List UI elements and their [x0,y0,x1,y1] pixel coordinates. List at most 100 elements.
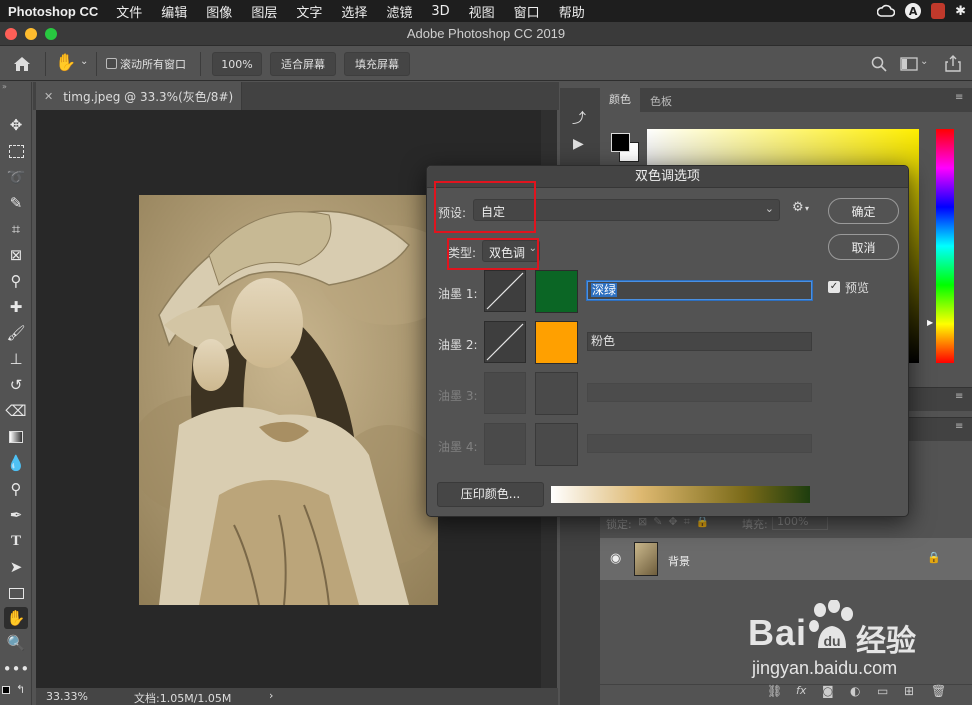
menu-select[interactable]: 选择 [341,2,367,21]
ink4-curve-box [484,423,526,465]
baidu-paw-icon: du [809,600,853,649]
move-tool-icon[interactable]: ✥ [4,114,28,136]
tab-color[interactable]: 颜色 [600,88,640,112]
fill-screen-button[interactable]: 填充屏幕 [344,52,410,76]
gradient-tool-icon[interactable] [4,426,28,448]
ink4-color-swatch [535,423,578,466]
cancel-button[interactable]: 取消 [828,234,899,260]
tab-swatches[interactable]: 色板 [650,93,672,109]
trash-icon[interactable]: 🗑 [931,684,946,698]
menu-3d[interactable]: 3D [431,4,449,19]
layer-style-icon[interactable]: fx [796,684,806,697]
panel-collapse-icon[interactable]: » [2,82,7,91]
hand-tool-icon[interactable]: ✋ [4,607,28,629]
ink1-curve-box[interactable] [484,270,526,312]
lasso-tool-icon[interactable]: ➰ [4,166,28,188]
menu-file[interactable]: 文件 [116,2,142,21]
eraser-tool-icon[interactable]: ⌫ [4,400,28,422]
overprint-colors-button[interactable]: 压印颜色... [437,482,544,507]
scroll-all-label: 滚动所有窗口 [120,58,186,71]
group-folder-icon[interactable]: ▭ [877,684,888,698]
hand-status-icon [931,3,946,19]
chevron-down-icon[interactable]: ▾ [805,204,809,213]
menu-layer[interactable]: 图层 [251,2,277,21]
crop-tool-icon[interactable]: ⌗ [4,218,28,240]
healing-brush-tool-icon[interactable]: ✚ [4,296,28,318]
panel-menu-icon[interactable]: ≡ [955,391,963,402]
menu-edit[interactable]: 编辑 [161,2,187,21]
app-menu[interactable]: Photoshop CC [8,4,98,19]
preview-checkbox[interactable]: ✓ [828,281,840,293]
fit-screen-button[interactable]: 适合屏幕 [270,52,336,76]
search-icon[interactable] [871,56,887,72]
layer-thumbnail [634,542,658,576]
divider [200,52,201,76]
preset-gear-icon[interactable]: ⚙ [792,200,804,215]
lock-icons[interactable]: ⊠✎✥⌗🔒 [638,515,716,529]
more-tools-icon[interactable]: ••• [3,658,30,680]
bluetooth-icon[interactable]: ✱ [955,4,966,19]
zoom-tool-icon[interactable]: 🔍 [4,632,28,654]
layer-name[interactable]: 背景 [668,553,690,569]
history-panel-icon[interactable]: ⤴ [572,108,586,128]
swap-colors-icon[interactable]: ↰ [16,683,25,696]
divider [96,52,97,76]
ink1-color-swatch[interactable] [535,270,578,313]
quick-selection-tool-icon[interactable]: ✎ [4,192,28,214]
default-colors-icon[interactable] [2,686,10,694]
panel-menu-icon[interactable]: ≡ [955,92,963,103]
home-icon[interactable] [13,56,31,72]
brush-tool-icon[interactable]: 🖌 [4,322,28,344]
ok-button[interactable]: 确定 [828,198,899,224]
new-layer-icon[interactable]: ⊞ [904,684,914,698]
menu-filter[interactable]: 滤镜 [386,2,412,21]
marquee-tool-icon[interactable] [4,140,28,162]
eye-visibility-icon[interactable]: ◉ [610,551,621,566]
chevron-down-icon: ⌄ [764,202,774,215]
menu-image[interactable]: 图像 [206,2,232,21]
rectangle-tool-icon[interactable] [4,582,28,604]
chevron-down-icon[interactable]: ⌄ [920,56,928,67]
fill-label: 填充: [742,518,768,531]
workspace-icon[interactable] [900,57,918,71]
ink2-name-input[interactable]: 粉色 [587,332,812,351]
menu-type[interactable]: 文字 [296,2,322,21]
blur-tool-icon[interactable]: 💧 [4,452,28,474]
panel-menu-icon[interactable]: ≡ [955,421,963,432]
hue-slider-handle[interactable]: ▶ [927,318,933,327]
chevron-down-icon[interactable]: ⌄ [80,56,88,67]
zoom-100-button[interactable]: 100% [212,52,262,76]
creative-cloud-icon[interactable] [877,4,896,18]
actions-panel-icon[interactable]: ▶ [573,136,584,152]
watermark-brand-right: 经验 [856,624,916,659]
hand-tool-preset-icon[interactable]: ✋ [55,53,76,73]
stamp-tool-icon[interactable]: ⊥ [4,348,28,370]
share-icon[interactable] [945,55,961,72]
account-icon[interactable]: A [905,3,922,19]
scroll-all-checkbox[interactable] [106,58,117,69]
annotation-box [447,238,539,270]
pen-tool-icon[interactable]: ✒ [4,504,28,526]
path-selection-tool-icon[interactable]: ➤ [4,556,28,578]
type-tool-icon[interactable]: T [4,530,28,552]
menu-window[interactable]: 窗口 [514,2,540,21]
ink1-name-input[interactable]: 深绿 [587,281,812,300]
layer-mask-icon[interactable]: ◙ [822,684,834,698]
history-brush-tool-icon[interactable]: ↺ [4,374,28,396]
eyedropper-tool-icon[interactable]: ⚲ [4,270,28,292]
watermark-url: jingyan.baidu.com [752,658,898,678]
foreground-color-swatch[interactable] [611,133,630,152]
dodge-tool-icon[interactable]: ⚲ [4,478,28,500]
menu-help[interactable]: 帮助 [559,2,585,21]
link-layers-icon[interactable]: ⛓ [767,684,782,698]
adjustment-layer-icon[interactable]: ◐ [850,684,860,698]
status-menu-chevron-icon[interactable]: › [269,689,273,702]
frame-tool-icon[interactable]: ⊠ [4,244,28,266]
close-tab-icon[interactable]: ✕ [44,90,53,103]
zoom-level[interactable]: 33.33% [46,690,88,703]
ink2-color-swatch[interactable] [535,321,578,364]
document-tab[interactable]: ✕ timg.jpeg @ 33.3%(灰色/8#) [36,82,242,110]
menu-view[interactable]: 视图 [469,2,495,21]
ink2-curve-box[interactable] [484,321,526,363]
hue-slider[interactable] [936,129,954,363]
